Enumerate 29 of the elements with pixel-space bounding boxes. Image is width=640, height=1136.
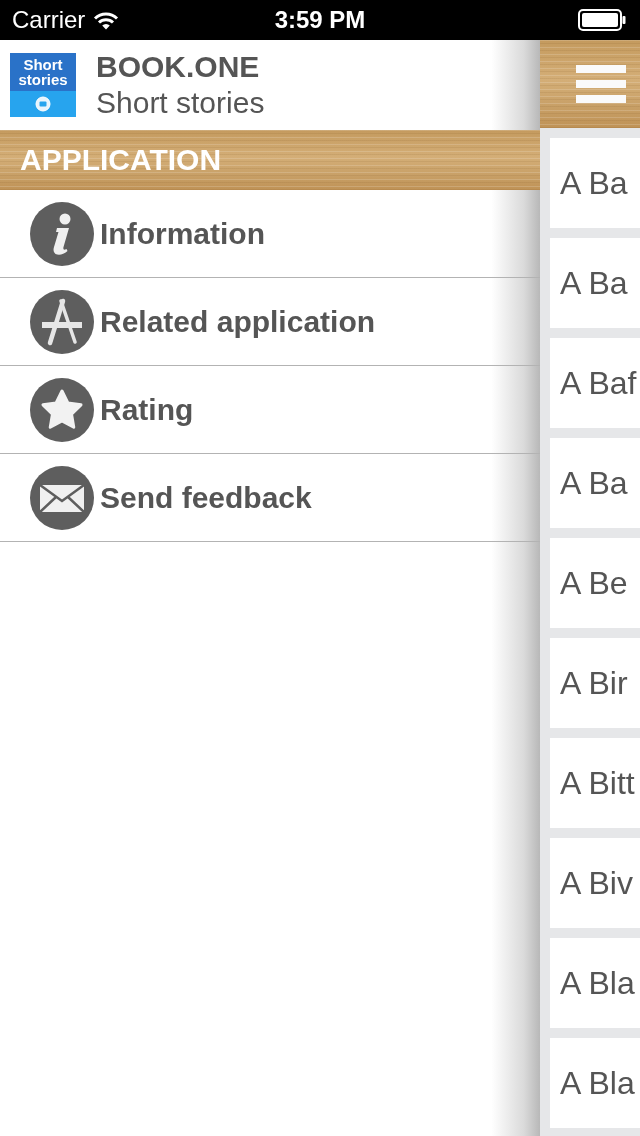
menu-item[interactable]: Send feedback [0, 454, 540, 542]
wifi-icon [93, 10, 120, 30]
envelope-icon [30, 465, 94, 530]
pencil-ruler-icon [30, 289, 94, 354]
menu-item[interactable]: Rating [0, 366, 540, 454]
menu-item[interactable]: Information [0, 190, 540, 278]
carrier-text: Carrier [12, 8, 86, 32]
story-list-item[interactable]: A Be [550, 538, 640, 628]
logo-text: stories [18, 72, 68, 87]
info-icon [30, 201, 94, 266]
story-list-item[interactable]: A Biv [550, 838, 640, 928]
story-list-item[interactable]: A Baf [550, 338, 640, 428]
time-text: 3:59 PM [274, 8, 366, 32]
story-list-item[interactable]: A Ba [550, 238, 640, 328]
story-list-item[interactable]: A Bir [550, 638, 640, 728]
menu-item[interactable]: Related application [0, 278, 540, 366]
menu-icon [576, 65, 626, 103]
logo-text: Short [23, 57, 63, 72]
section-title: APPLICATION [20, 145, 222, 175]
logo-badge-icon [35, 96, 51, 112]
menu-button[interactable] [576, 65, 626, 103]
battery-icon [578, 9, 626, 31]
app-title: BOOK.ONE [96, 52, 261, 82]
story-list-item[interactable]: A Ba [550, 438, 640, 528]
story-list-item[interactable]: A Ba [550, 138, 640, 228]
story-list-item[interactable]: A Bla [550, 1038, 640, 1128]
story-list-item[interactable]: A Bla [550, 938, 640, 1028]
app-subtitle: Short stories [96, 88, 265, 118]
story-list-item[interactable]: A Bitt [550, 738, 640, 828]
